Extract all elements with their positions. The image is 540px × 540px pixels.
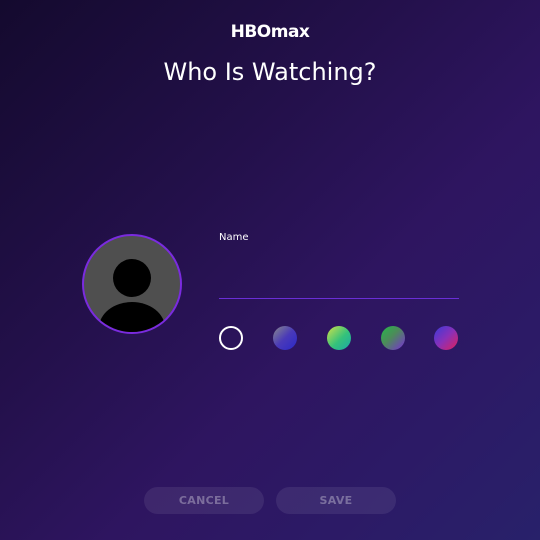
name-input[interactable] [219, 272, 459, 299]
color-swatch-green-purple[interactable] [381, 326, 405, 350]
cancel-button[interactable]: CANCEL [144, 487, 264, 514]
color-swatch-outline[interactable] [219, 326, 243, 350]
profile-avatar[interactable] [82, 234, 182, 334]
save-button[interactable]: SAVE [276, 487, 396, 514]
page-title: Who Is Watching? [163, 58, 377, 86]
person-silhouette-icon [99, 259, 165, 332]
color-swatch-blue-magenta[interactable] [434, 326, 458, 350]
color-swatch-yellow-green[interactable] [327, 326, 351, 350]
color-swatch-gray-blue[interactable] [273, 326, 297, 350]
hbo-max-logo: HBOmax [230, 22, 310, 42]
name-label: Name [219, 232, 249, 243]
